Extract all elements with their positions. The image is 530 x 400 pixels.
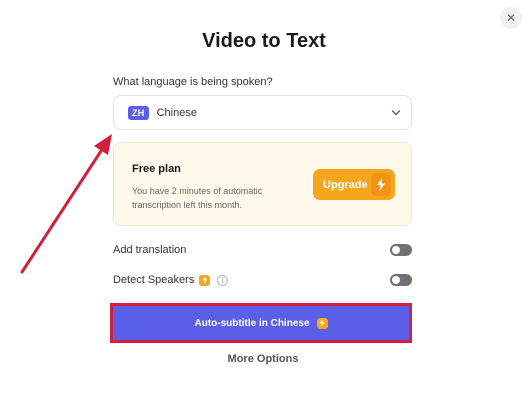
free-plan-card: Free plan You have 2 minutes of automati… [113,142,412,226]
add-translation-toggle[interactable] [390,244,412,256]
language-code-badge: ZH [128,105,149,120]
more-options-link[interactable]: More Options [0,353,526,365]
pro-lightning-icon [316,317,328,329]
info-icon[interactable]: i [217,274,229,286]
plan-description: You have 2 minutes of automatic transcri… [132,186,263,210]
language-select[interactable]: ZH Chinese [113,95,412,130]
close-icon: ✕ [505,11,517,25]
plan-title: Free plan [132,163,181,175]
upgrade-label: Upgrade [323,178,368,191]
auto-subtitle-label: Auto-subtitle in Chinese [194,317,310,329]
page-title: Video to Text [202,30,326,52]
chevron-down-icon [391,106,401,116]
add-translation-label: Add translation [113,244,187,256]
pro-lightning-icon [199,274,211,286]
detect-speakers-toggle[interactable] [390,274,412,286]
language-question-label: What language is being spoken? [113,76,273,88]
add-translation-row: Add translation [113,241,412,259]
lightning-icon [371,173,391,196]
detect-speakers-row: Detect Speakers i [113,271,412,289]
detect-speakers-label: Detect Speakers [113,274,195,286]
close-button[interactable]: ✕ [500,7,522,29]
auto-subtitle-button[interactable]: Auto-subtitle in Chinese [110,303,412,343]
upgrade-button[interactable]: Upgrade [313,169,395,200]
language-selected-value: Chinese [156,106,197,119]
